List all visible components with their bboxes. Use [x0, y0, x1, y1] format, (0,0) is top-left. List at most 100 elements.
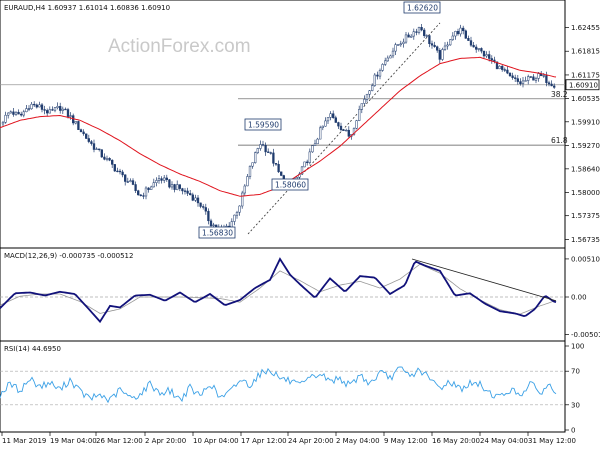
candle-body: [152, 182, 155, 188]
macd-signal-line: [0, 263, 557, 315]
candle-body: [59, 106, 62, 111]
candle-body: [498, 65, 501, 70]
candle-body: [425, 35, 428, 37]
candle-body: [475, 46, 478, 50]
candle-body: [394, 44, 397, 52]
candle-body: [259, 144, 262, 149]
candle-body: [142, 195, 145, 197]
candle-body: [308, 151, 311, 163]
candle-body: [14, 111, 18, 115]
candle-body: [449, 39, 452, 46]
candle-body: [303, 161, 306, 168]
candle-body: [514, 77, 517, 79]
candle-body: [324, 120, 327, 127]
candle-body: [98, 148, 101, 150]
macd-tick-label: 0.00: [571, 294, 587, 302]
price-tick-label: 1.56735: [571, 236, 600, 244]
candle-body: [508, 72, 512, 77]
candle-body: [469, 40, 473, 46]
candle-body: [1, 121, 5, 125]
candle-body: [27, 108, 31, 110]
candle-body: [181, 188, 184, 192]
fib-level-label: 61.8: [551, 136, 568, 145]
candle-body: [316, 138, 319, 145]
candle-body: [199, 202, 202, 207]
candle-body: [423, 29, 426, 36]
candle-body: [173, 184, 176, 190]
candle-body: [402, 41, 405, 44]
candle-body: [506, 69, 509, 74]
time-tick-label: 9 May 12:00: [384, 437, 428, 445]
current-price-label: 1.60910: [569, 81, 598, 89]
candle-body: [178, 184, 181, 189]
candle-body: [126, 181, 129, 183]
candle-body: [332, 113, 335, 118]
watermark: ActionForex.com: [108, 36, 251, 57]
candle-body: [9, 111, 12, 114]
candle-body: [358, 109, 361, 121]
time-tick-label: 10 Apr 04:00: [193, 437, 239, 445]
candle-body: [443, 45, 447, 50]
candle-body: [134, 184, 137, 191]
candle-body: [399, 43, 402, 46]
candle-body: [384, 60, 387, 65]
candle-body: [4, 114, 7, 123]
candle-body: [485, 54, 488, 57]
price-tick-label: 1.62455: [571, 24, 600, 32]
candle-body: [306, 161, 309, 163]
candle-body: [92, 143, 96, 150]
candle-body: [373, 74, 376, 86]
time-tick-label: 31 May 12:00: [528, 437, 576, 445]
price-tick-label: 1.61815: [571, 48, 600, 56]
candle-body: [264, 145, 267, 153]
price-annotation-label: 1.58060: [275, 181, 306, 190]
candle-body: [176, 184, 179, 190]
candle-body: [85, 133, 88, 139]
candle-body: [150, 186, 153, 190]
candle-body: [20, 113, 23, 116]
candle-body: [48, 109, 51, 114]
candle-body: [79, 129, 83, 133]
candle-body: [433, 44, 436, 47]
candle-body: [243, 185, 246, 194]
candle-body: [170, 184, 174, 188]
candle-body: [482, 50, 486, 57]
candle-body: [329, 113, 332, 118]
candle-body: [147, 187, 150, 190]
candle-body: [326, 117, 330, 122]
candle-body: [404, 34, 408, 43]
candle-body: [428, 35, 431, 44]
candle-body: [371, 85, 374, 91]
time-tick-label: 26 Mar 12:00: [96, 437, 143, 445]
candle-body: [472, 44, 475, 48]
macd-lines: [0, 257, 565, 324]
candle-body: [155, 180, 158, 183]
candle-body: [113, 164, 116, 172]
time-axis: 11 Mar 2019 19 Mar 04:00 26 Mar 12:00 2 Apr…: [1, 432, 576, 445]
candle-body: [389, 55, 392, 59]
candle-body: [121, 171, 124, 176]
candle-body: [202, 206, 205, 208]
candle-body: [46, 110, 49, 114]
candle-body: [451, 35, 454, 40]
candle-body: [233, 214, 236, 222]
price-tick-label: 1.58000: [571, 189, 600, 197]
candle-body: [532, 76, 535, 81]
candle-body: [501, 65, 504, 70]
candle-body: [430, 43, 434, 46]
candle-body: [87, 138, 90, 142]
candle-body: [378, 70, 382, 77]
candle-body: [251, 162, 254, 167]
candle-body: [66, 109, 70, 117]
candle-body: [139, 194, 142, 196]
candle-body: [446, 44, 449, 47]
candle-body: [51, 109, 54, 111]
candle-body: [337, 122, 340, 127]
time-tick-label: 11 Mar 2019: [2, 437, 46, 445]
candle-body: [347, 129, 350, 137]
chart-window: ActionForex.com 38.2 61.8 1.62620 1.59590 1…: [0, 0, 600, 450]
candle-body: [363, 99, 366, 104]
candle-body: [534, 78, 538, 81]
candle-body: [53, 107, 57, 111]
candle-body: [527, 76, 530, 81]
